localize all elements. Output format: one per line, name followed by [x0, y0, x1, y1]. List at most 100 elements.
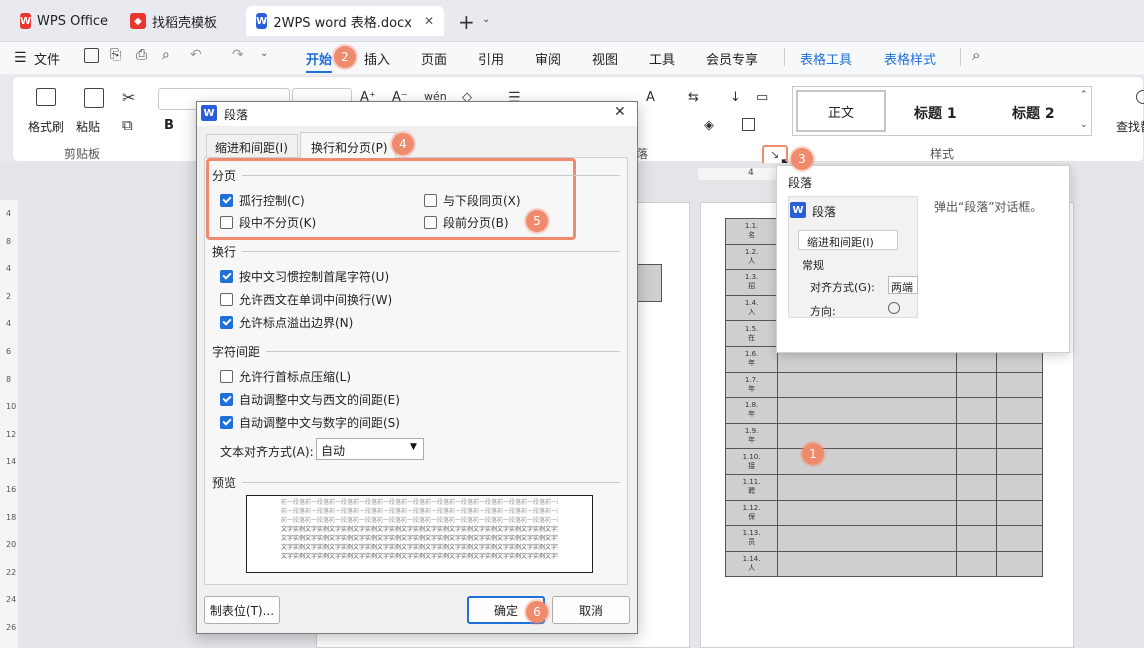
- copy-icon[interactable]: ⧉: [122, 116, 133, 134]
- page-break-before-option[interactable]: 段前分页(B): [424, 214, 509, 231]
- tab-line-page-break[interactable]: 换行和分页(P): [300, 132, 396, 158]
- table-cell-label[interactable]: 1.6. 年: [724, 345, 779, 373]
- paste-label[interactable]: 粘贴: [76, 118, 100, 135]
- print-preview-icon[interactable]: ⌕: [162, 47, 170, 63]
- table-cell-label[interactable]: 1.14. 人: [724, 550, 779, 578]
- scroll-down-icon[interactable]: ⌄: [1080, 120, 1088, 130]
- table-cell[interactable]: [995, 397, 1044, 424]
- find-icon[interactable]: [1136, 90, 1144, 104]
- table-cell[interactable]: [955, 371, 997, 399]
- checkbox[interactable]: [220, 393, 233, 406]
- style-heading1[interactable]: 标题 1: [914, 103, 957, 123]
- table-cell-label[interactable]: 1.1. 名: [724, 218, 779, 245]
- border-icon[interactable]: [742, 118, 755, 131]
- checkbox[interactable]: [220, 293, 233, 306]
- table-cell[interactable]: [955, 525, 997, 552]
- table-cell[interactable]: [995, 499, 1044, 527]
- table-cell-label[interactable]: 1.11. 聘: [724, 473, 779, 501]
- menu-page[interactable]: 页面: [421, 49, 447, 68]
- table-cell[interactable]: [777, 397, 957, 424]
- table-cell[interactable]: [995, 473, 1044, 501]
- share-icon[interactable]: ⎘: [110, 47, 121, 63]
- text-align-select[interactable]: 自动: [316, 438, 424, 460]
- checkbox[interactable]: [220, 270, 233, 283]
- shading-icon[interactable]: ◈: [704, 118, 714, 133]
- tab-wps-office[interactable]: W WPS Office: [10, 6, 116, 36]
- tab-indent-spacing[interactable]: 缩进和间距(I): [206, 134, 298, 157]
- table-cell[interactable]: [955, 499, 997, 527]
- table-cell-label[interactable]: 1.2. 人: [724, 243, 779, 271]
- table-cell[interactable]: [777, 371, 957, 399]
- table-cell-label[interactable]: 1.9. 年: [724, 422, 779, 450]
- table-cell-label[interactable]: 1.12. 保: [724, 499, 779, 527]
- print-icon[interactable]: ⎙: [136, 47, 147, 63]
- menu-file[interactable]: 文件: [34, 49, 60, 68]
- table-cell[interactable]: [777, 422, 957, 450]
- tabs-button[interactable]: 制表位(T)...: [204, 596, 280, 624]
- widow-control-option[interactable]: 孤行控制(C): [220, 192, 305, 209]
- table-cell[interactable]: [955, 473, 997, 501]
- punct-overflow-option[interactable]: 允许标点溢出边界(N): [220, 314, 353, 331]
- show-marks-icon[interactable]: ▭: [756, 90, 768, 105]
- style-heading2[interactable]: 标题 2: [1012, 103, 1055, 123]
- table-cell-label[interactable]: 1.4. 入: [724, 294, 779, 322]
- table-cell[interactable]: [777, 473, 957, 501]
- chevron-down-icon[interactable]: ⌄: [260, 48, 268, 59]
- checkbox[interactable]: [220, 216, 233, 229]
- bold-icon[interactable]: B: [164, 118, 174, 133]
- menu-insert[interactable]: 插入: [364, 49, 390, 68]
- table-cell[interactable]: [955, 397, 997, 424]
- menu-table-tools[interactable]: 表格工具: [800, 49, 852, 68]
- save-icon[interactable]: [84, 48, 99, 63]
- table-cell-label[interactable]: 1.8. 年: [724, 397, 779, 424]
- table-cell[interactable]: [955, 550, 997, 578]
- search-icon[interactable]: ⌕: [972, 46, 980, 64]
- format-painter-icon[interactable]: [36, 88, 56, 106]
- table-cell[interactable]: [995, 371, 1044, 399]
- table-cell[interactable]: [955, 448, 997, 475]
- word-wrap-option[interactable]: 允许西文在单词中间换行(W): [220, 291, 392, 308]
- table-cell[interactable]: [955, 422, 997, 450]
- table-cell-label[interactable]: 1.7. 年: [724, 371, 779, 399]
- auto-cn-en-option[interactable]: 自动调整中文与西文的间距(E): [220, 391, 400, 408]
- checkbox[interactable]: [220, 194, 233, 207]
- sort-icon[interactable]: ⇆: [688, 90, 699, 105]
- menu-view[interactable]: 视图: [592, 49, 618, 68]
- checkbox[interactable]: [220, 370, 233, 383]
- compress-punct-option[interactable]: 允许行首标点压缩(L): [220, 368, 351, 385]
- menu-tools[interactable]: 工具: [649, 49, 675, 68]
- cut-icon[interactable]: ✂: [122, 88, 135, 107]
- table-cell-label[interactable]: 1.5. 在: [724, 320, 779, 347]
- close-icon[interactable]: ✕: [424, 14, 434, 28]
- tab-document[interactable]: W 2WPS word 表格.docx ✕: [246, 6, 444, 36]
- keep-with-next-option[interactable]: 与下段同页(X): [424, 192, 521, 209]
- menu-references[interactable]: 引用: [478, 49, 504, 68]
- format-painter-label[interactable]: 格式刷: [28, 118, 64, 135]
- menu-home[interactable]: 开始: [306, 49, 333, 73]
- new-tab-icon[interactable]: +: [458, 10, 475, 34]
- sort-az-icon[interactable]: ↓: [730, 90, 741, 105]
- menu-review[interactable]: 审阅: [535, 49, 561, 68]
- table-cell-label[interactable]: 1.10. 接: [724, 448, 779, 475]
- table-cell[interactable]: [777, 499, 957, 527]
- table-cell-label[interactable]: 1.13. 员: [724, 525, 779, 552]
- table-cell[interactable]: [995, 422, 1044, 450]
- checkbox[interactable]: [424, 216, 437, 229]
- text-effect-icon[interactable]: A: [646, 90, 655, 105]
- find-label[interactable]: 查找替: [1116, 118, 1144, 135]
- menu-member[interactable]: 会员专享: [706, 49, 758, 68]
- menu-table-style[interactable]: 表格样式: [884, 49, 936, 68]
- table-cell[interactable]: [777, 525, 957, 552]
- chinese-rules-option[interactable]: 按中文习惯控制首尾字符(U): [220, 268, 389, 285]
- redo-icon[interactable]: ↷: [232, 47, 244, 63]
- tab-docer[interactable]: ◆ 找稻壳模板: [120, 6, 242, 36]
- keep-lines-option[interactable]: 段中不分页(K): [220, 214, 316, 231]
- checkbox[interactable]: [220, 316, 233, 329]
- chevron-down-icon[interactable]: ⌄: [482, 14, 490, 25]
- scroll-up-icon[interactable]: ⌃: [1080, 90, 1088, 100]
- undo-icon[interactable]: ↶: [190, 47, 202, 63]
- table-cell[interactable]: [995, 448, 1044, 475]
- dropdown-arrow-icon[interactable]: ▼: [410, 442, 417, 452]
- checkbox[interactable]: [424, 194, 437, 207]
- hamburger-icon[interactable]: ☰: [14, 50, 27, 66]
